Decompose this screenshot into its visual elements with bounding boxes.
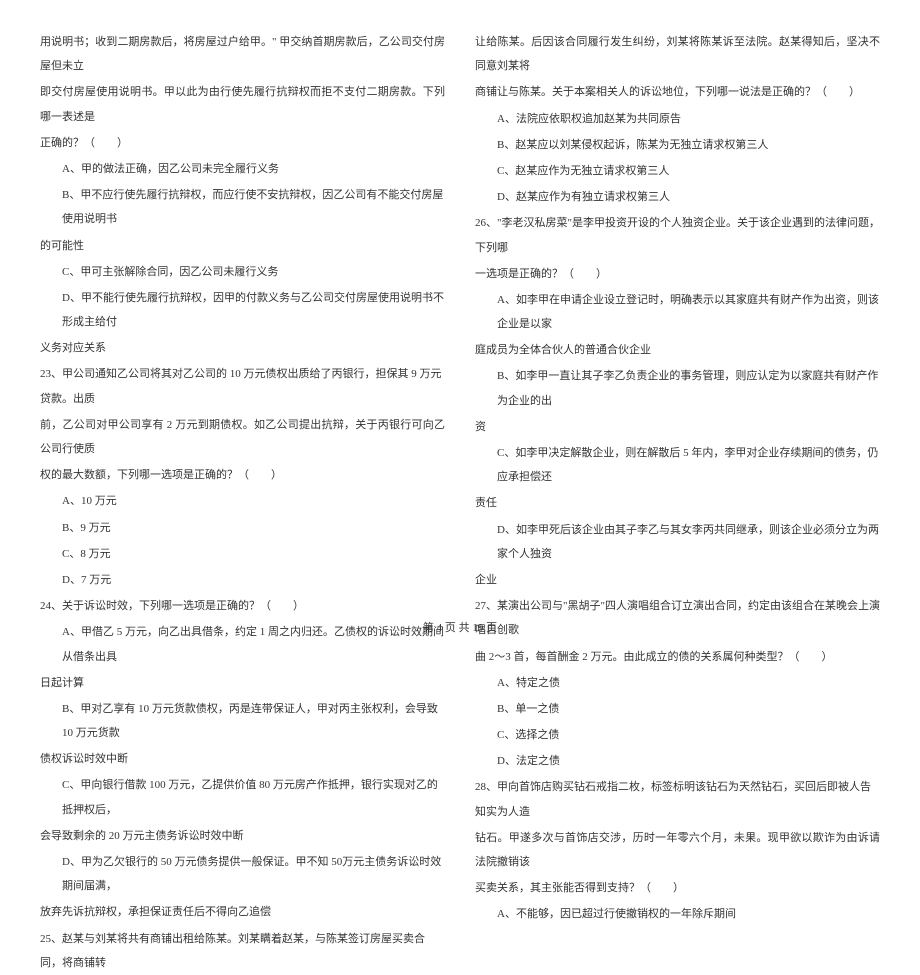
q28-line1: 28、甲向首饰店购买钻石戒指二枚，标签标明该钻石为天然钻石，买回后即被人告知实为…: [475, 775, 880, 823]
q25-cont-line1: 让给陈某。后因该合同履行发生纠纷，刘某将陈某诉至法院。赵某得知后，坚决不同意刘某…: [475, 30, 880, 78]
q28-option-a: A、不能够，因已超过行使撤销权的一年除斥期间: [475, 902, 880, 926]
q22-option-a: A、甲的做法正确，因乙公司未完全履行义务: [40, 157, 445, 181]
q22-option-c: C、甲可主张解除合同，因乙公司未履行义务: [40, 260, 445, 284]
q23-line1: 23、甲公司通知乙公司将其对乙公司的 10 万元债权出质给了丙银行，担保其 9 …: [40, 362, 445, 410]
q22-intro-line1: 用说明书；收到二期房款后，将房屋过户给甲。" 甲交纳首期房款后，乙公司交付房屋但…: [40, 30, 445, 78]
q24-option-a-line2: 日起计算: [40, 671, 445, 695]
q26-option-a-line2: 庭成员为全体合伙人的普通合伙企业: [475, 338, 880, 362]
q25-option-d: D、赵某应作为有独立请求权第三人: [475, 185, 880, 209]
q22-option-b-line1: B、甲不应行使先履行抗辩权，而应行使不安抗辩权，因乙公司有不能交付房屋使用说明书: [40, 183, 445, 231]
q28-line3: 买卖关系，其主张能否得到支持？（ ）: [475, 876, 880, 900]
q24-option-c-line2: 会导致剩余的 20 万元主债务诉讼时效中断: [40, 824, 445, 848]
q22-intro-line2: 即交付房屋使用说明书。甲以此为由行使先履行抗辩权而拒不支付二期房款。下列哪一表述…: [40, 80, 445, 128]
q26-option-c-line2: 责任: [475, 491, 880, 515]
q24-option-c-line1: C、甲向银行借款 100 万元，乙提供价值 80 万元房产作抵押，银行实现对乙的…: [40, 773, 445, 821]
q25-cont-line2: 商铺让与陈某。关于本案相关人的诉讼地位，下列哪一说法是正确的？（ ）: [475, 80, 880, 104]
page-footer: 第 4 页 共 19 页: [0, 619, 920, 635]
q24-option-d-line2: 放弃先诉抗辩权，承担保证责任后不得向乙追偿: [40, 900, 445, 924]
q22-option-d-line2: 义务对应关系: [40, 336, 445, 360]
q24-option-b-line2: 债权诉讼时效中断: [40, 747, 445, 771]
q26-option-a-line1: A、如李甲在申请企业设立登记时，明确表示以其家庭共有财产作为出资，则该企业是以家: [475, 288, 880, 336]
right-column: 让给陈某。后因该合同履行发生纠纷，刘某将陈某诉至法院。赵某得知后，坚决不同意刘某…: [475, 30, 880, 610]
q22-option-b-line2: 的可能性: [40, 234, 445, 258]
q28-line2: 钻石。甲遂多次与首饰店交涉，历时一年零六个月，未果。现甲欲以欺诈为由诉请法院撤销…: [475, 826, 880, 874]
q24-option-b-line1: B、甲对乙享有 10 万元货款债权，丙是连带保证人，甲对丙主张权利，会导致 10…: [40, 697, 445, 745]
q24-option-d-line1: D、甲为乙欠银行的 50 万元债务提供一般保证。甲不知 50万元主债务诉讼时效期…: [40, 850, 445, 898]
q22-option-d-line1: D、甲不能行使先履行抗辩权，因甲的付款义务与乙公司交付房屋使用说明书不形成主给付: [40, 286, 445, 334]
q23-line2: 前，乙公司对甲公司享有 2 万元到期债权。如乙公司提出抗辩，关于丙银行可向乙公司…: [40, 413, 445, 461]
q26-option-d-line1: D、如李甲死后该企业由其子李乙与其女李丙共同继承，则该企业必须分立为两家个人独资: [475, 518, 880, 566]
q25-start: 25、赵某与刘某将共有商铺出租给陈某。刘某瞒着赵某，与陈某签订房屋买卖合同，将商…: [40, 927, 445, 975]
left-column: 用说明书；收到二期房款后，将房屋过户给甲。" 甲交纳首期房款后，乙公司交付房屋但…: [40, 30, 445, 610]
q25-option-c: C、赵某应作为无独立请求权第三人: [475, 159, 880, 183]
q27-option-b: B、单一之债: [475, 697, 880, 721]
two-column-layout: 用说明书；收到二期房款后，将房屋过户给甲。" 甲交纳首期房款后，乙公司交付房屋但…: [40, 30, 880, 610]
q23-option-a: A、10 万元: [40, 489, 445, 513]
q25-option-a: A、法院应依职权追加赵某为共同原告: [475, 107, 880, 131]
q25-option-b: B、赵某应以刘某侵权起诉，陈某为无独立请求权第三人: [475, 133, 880, 157]
q24: 24、关于诉讼时效，下列哪一选项是正确的？（ ）: [40, 594, 445, 618]
q23-line3: 权的最大数额，下列哪一选项是正确的？（ ）: [40, 463, 445, 487]
q26-line2: 一选项是正确的？（ ）: [475, 262, 880, 286]
q27-option-d: D、法定之债: [475, 749, 880, 773]
q22-intro-line3: 正确的？（ ）: [40, 131, 445, 155]
q26-option-b-line2: 资: [475, 415, 880, 439]
q23-option-d: D、7 万元: [40, 568, 445, 592]
q26-line1: 26、"李老汉私房菜"是李甲投资开设的个人独资企业。关于该企业遇到的法律问题，下…: [475, 211, 880, 259]
q26-option-b-line1: B、如李甲一直让其子李乙负责企业的事务管理，则应认定为以家庭共有财产作为企业的出: [475, 364, 880, 412]
q23-option-b: B、9 万元: [40, 516, 445, 540]
q27-option-a: A、特定之债: [475, 671, 880, 695]
q27-line2: 曲 2～3 首，每首酬金 2 万元。由此成立的债的关系属何种类型？（ ）: [475, 645, 880, 669]
q23-option-c: C、8 万元: [40, 542, 445, 566]
q26-option-d-line2: 企业: [475, 568, 880, 592]
q26-option-c-line1: C、如李甲决定解散企业，则在解散后 5 年内，李甲对企业存续期间的债务，仍应承担…: [475, 441, 880, 489]
q27-option-c: C、选择之债: [475, 723, 880, 747]
